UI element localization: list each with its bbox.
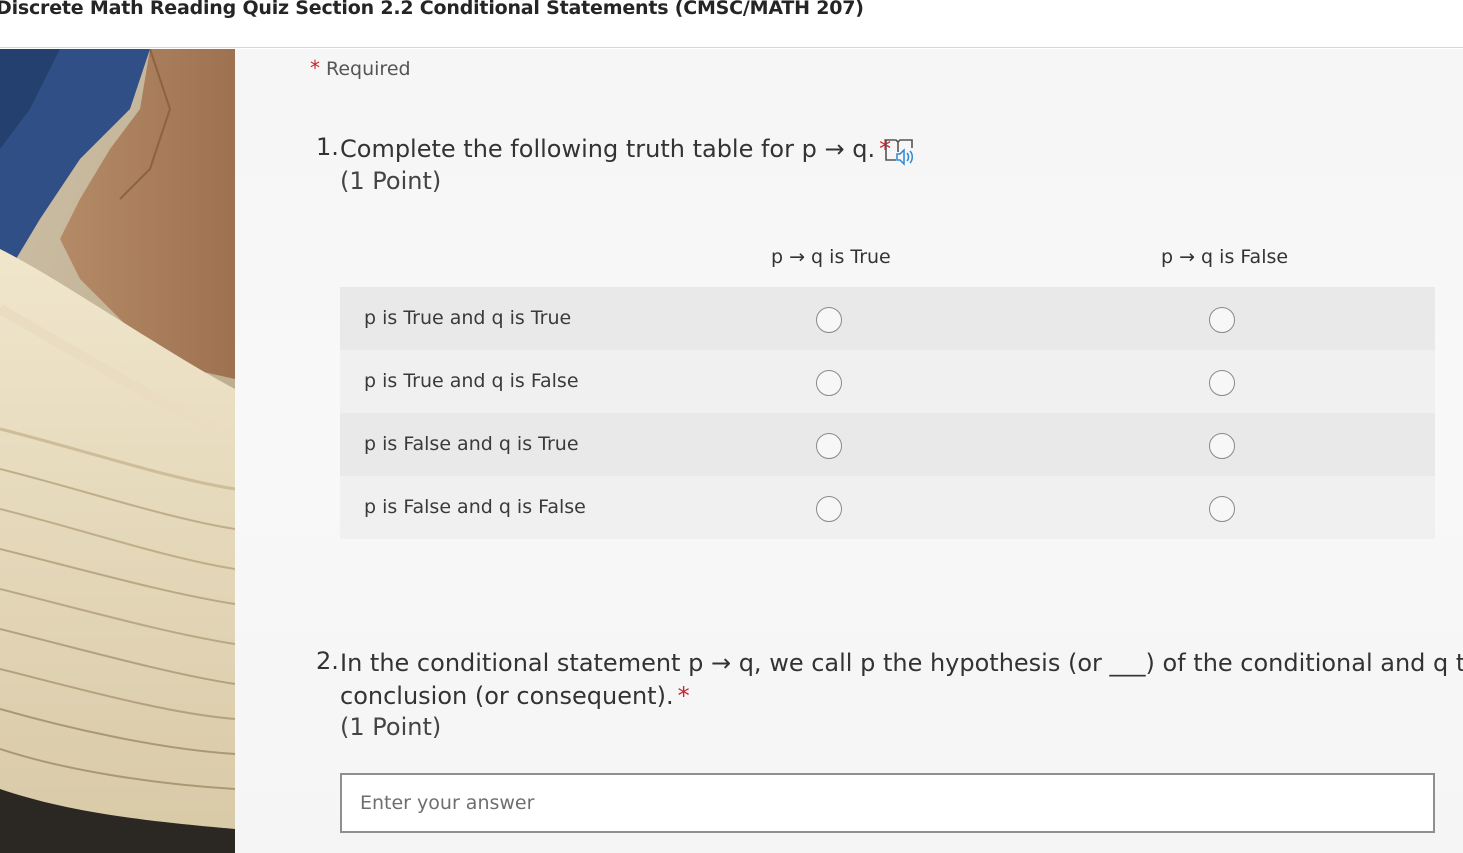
question-2-required-star: * [677, 682, 690, 710]
required-star: * [310, 56, 320, 80]
radio-false[interactable] [1209, 307, 1235, 333]
truth-table-matrix: p is True and q is True p is True and q … [340, 287, 1435, 539]
form-body: * Required 1. Complete the following trut… [235, 49, 1463, 853]
matrix-row: p is False and q is True [340, 413, 1435, 476]
question-2-points: (1 Point) [340, 713, 442, 741]
radio-false[interactable] [1209, 433, 1235, 459]
matrix-row: p is True and q is True [340, 287, 1435, 350]
column-header-true: p → q is True [771, 246, 891, 268]
matrix-row: p is False and q is False [340, 476, 1435, 539]
question-1-points: (1 Point) [340, 167, 442, 195]
question-1-label: Complete the following truth table for p… [340, 135, 876, 163]
question-1-text: Complete the following truth table for p… [340, 133, 891, 166]
radio-false[interactable] [1209, 496, 1235, 522]
immersive-reader-icon[interactable] [884, 136, 918, 168]
form-title: Discrete Math Reading Quiz Section 2.2 C… [0, 0, 864, 19]
question-2-line-1: In the conditional statement p → q, we c… [340, 649, 1463, 677]
question-2-line-2-wrap: conclusion (or consequent). * [340, 680, 1450, 713]
title-bar: Discrete Math Reading Quiz Section 2.2 C… [0, 0, 1463, 48]
required-note: * Required [310, 56, 411, 80]
book-pencil-image [0, 49, 235, 853]
radio-true[interactable] [816, 433, 842, 459]
radio-true[interactable] [816, 370, 842, 396]
question-2-number: 2. [316, 647, 339, 675]
matrix-row-label: p is True and q is False [364, 370, 579, 392]
question-1-number: 1. [316, 133, 339, 161]
required-label: Required [326, 58, 411, 80]
column-header-false: p → q is False [1161, 246, 1289, 268]
answer-input[interactable] [340, 773, 1435, 833]
radio-true[interactable] [816, 496, 842, 522]
question-2-text: In the conditional statement p → q, we c… [340, 647, 1463, 713]
radio-false[interactable] [1209, 370, 1235, 396]
radio-true[interactable] [816, 307, 842, 333]
matrix-row-label: p is False and q is False [364, 496, 586, 518]
matrix-row: p is True and q is False [340, 350, 1435, 413]
matrix-row-label: p is True and q is True [364, 307, 572, 329]
question-2-line-2: conclusion (or consequent). [340, 682, 674, 710]
matrix-row-label: p is False and q is True [364, 433, 579, 455]
